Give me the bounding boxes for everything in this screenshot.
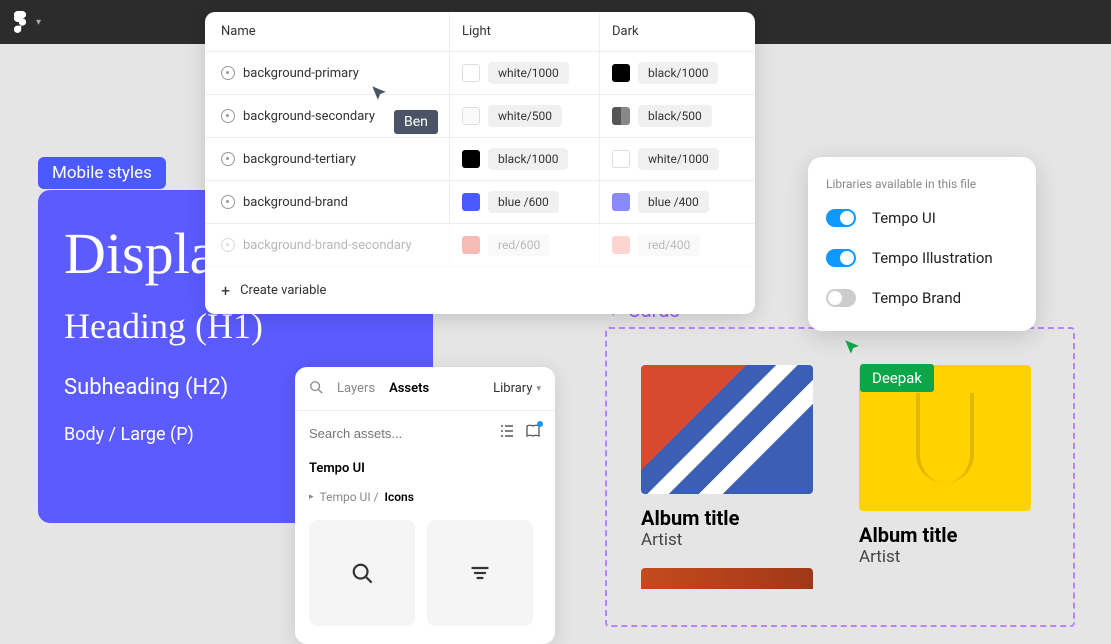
album-artwork xyxy=(641,365,813,494)
breadcrumb-parent: Tempo UI / xyxy=(320,490,379,504)
library-toggle[interactable] xyxy=(826,249,856,267)
library-section-title: Tempo UI xyxy=(295,455,555,482)
album-artist: Artist xyxy=(859,547,1031,567)
color-chip: white/1000 xyxy=(638,148,719,170)
cursor-ben xyxy=(370,84,388,106)
album-title: Album title xyxy=(859,523,1031,547)
filter-icon xyxy=(470,563,490,583)
tab-layers[interactable]: Layers xyxy=(337,381,375,396)
color-swatch xyxy=(462,64,480,82)
icon-tile-search[interactable] xyxy=(309,520,415,626)
list-view-icon[interactable] xyxy=(499,423,515,443)
color-chip: blue /600 xyxy=(488,191,559,213)
search-icon xyxy=(351,562,373,584)
variables-panel: Name Light Dark background-primary white/… xyxy=(205,12,755,314)
assets-search-row xyxy=(295,411,555,455)
variable-name: background-brand xyxy=(243,195,348,210)
library-toggle[interactable] xyxy=(826,289,856,307)
library-row: Tempo Illustration xyxy=(826,249,1018,267)
variable-row[interactable]: background-primary white/1000 black/1000 xyxy=(205,52,755,95)
library-name: Tempo UI xyxy=(872,209,936,227)
palette-icon xyxy=(221,195,235,209)
cards-frame[interactable]: Album title Artist Album title Artist xyxy=(605,327,1075,627)
color-chip: black/500 xyxy=(638,105,712,127)
palette-icon xyxy=(221,238,235,252)
assets-breadcrumb[interactable]: ▸ Tempo UI / Icons xyxy=(295,482,555,512)
create-variable-button[interactable]: + Create variable xyxy=(205,267,755,314)
breadcrumb-current: Icons xyxy=(385,490,414,504)
color-swatch xyxy=(462,150,480,168)
color-chip: white/1000 xyxy=(488,62,569,84)
color-chip: red/600 xyxy=(488,234,550,256)
user-tag-deepak: Deepak xyxy=(860,364,934,392)
variable-row[interactable]: background-brand-secondary red/600 red/400 xyxy=(205,224,755,267)
variable-name: background-brand-secondary xyxy=(243,238,412,253)
search-icon[interactable] xyxy=(309,379,323,398)
libraries-panel-title: Libraries available in this file xyxy=(826,177,1018,191)
magnify-icon xyxy=(309,380,323,394)
caret-icon: ▸ xyxy=(309,492,314,502)
assets-tabs: Layers Assets Library ▾ xyxy=(295,367,555,411)
color-swatch xyxy=(612,64,630,82)
color-chip: red/400 xyxy=(638,234,700,256)
assets-panel: Layers Assets Library ▾ Tempo UI ▸ Tempo… xyxy=(295,367,555,644)
variables-header: Name Light Dark xyxy=(205,12,755,52)
color-swatch xyxy=(462,107,480,125)
library-dropdown[interactable]: Library ▾ xyxy=(493,381,541,396)
color-chip: blue /400 xyxy=(638,191,709,213)
plus-icon: + xyxy=(221,281,230,300)
create-variable-label: Create variable xyxy=(240,283,326,298)
library-toggle[interactable] xyxy=(826,209,856,227)
search-assets-input[interactable] xyxy=(309,426,489,441)
col-header-light: Light xyxy=(450,12,600,51)
variable-name: background-tertiary xyxy=(243,152,356,167)
color-swatch xyxy=(612,236,630,254)
album-title: Album title xyxy=(641,506,813,530)
color-chip: black/1000 xyxy=(488,148,568,170)
chevron-down-icon: ▾ xyxy=(36,17,41,28)
color-chip: black/1000 xyxy=(638,62,718,84)
color-chip: white/500 xyxy=(488,105,562,127)
variable-name: background-primary xyxy=(243,66,359,81)
color-swatch xyxy=(612,150,630,168)
library-row: Tempo Brand xyxy=(826,289,1018,307)
variable-row[interactable]: background-tertiary black/1000 white/1000 xyxy=(205,138,755,181)
update-dot-icon xyxy=(537,421,543,427)
album-card[interactable]: Album title Artist xyxy=(859,365,1031,589)
cursor-deepak xyxy=(843,338,861,360)
palette-icon xyxy=(221,109,235,123)
palette-icon xyxy=(221,66,235,80)
color-swatch xyxy=(612,107,630,125)
figma-menu[interactable]: ▾ xyxy=(12,11,41,33)
variable-row[interactable]: background-brand blue /600 blue /400 xyxy=(205,181,755,224)
color-swatch xyxy=(462,236,480,254)
icon-tile-filter[interactable] xyxy=(427,520,533,626)
col-header-name: Name xyxy=(205,12,450,51)
tab-assets[interactable]: Assets xyxy=(389,381,429,396)
library-name: Tempo Brand xyxy=(872,289,961,307)
library-name: Tempo Illustration xyxy=(872,249,993,267)
user-tag-ben: Ben xyxy=(394,110,438,134)
album-artist: Artist xyxy=(641,530,813,550)
album-card[interactable]: Album title Artist xyxy=(641,365,813,589)
album-artwork-strip xyxy=(641,568,813,589)
mobile-styles-label[interactable]: Mobile styles xyxy=(38,157,166,189)
chevron-down-icon: ▾ xyxy=(536,384,541,394)
library-dropdown-label: Library xyxy=(493,381,532,396)
icon-grid xyxy=(295,512,555,634)
variable-name: background-secondary xyxy=(243,109,375,124)
libraries-panel: Libraries available in this file Tempo U… xyxy=(808,157,1036,331)
library-row: Tempo UI xyxy=(826,209,1018,227)
library-icon[interactable] xyxy=(525,423,541,443)
col-header-dark: Dark xyxy=(600,12,755,51)
palette-icon xyxy=(221,152,235,166)
figma-logo-icon xyxy=(12,11,28,33)
color-swatch xyxy=(462,193,480,211)
variable-row[interactable]: background-secondary white/500 black/500 xyxy=(205,95,755,138)
color-swatch xyxy=(612,193,630,211)
